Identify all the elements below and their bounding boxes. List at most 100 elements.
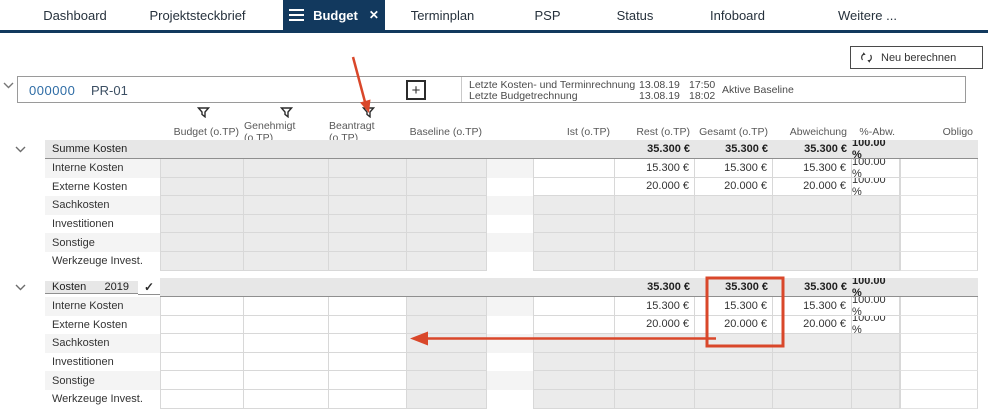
column-header-row: Budget (o.TP) Genehmigt (o.TP) Beantragt… [0,120,988,135]
beantragt-input-cell[interactable] [329,371,407,390]
ist-cell [533,252,615,271]
check-icon[interactable]: ✓ [138,280,160,295]
project-id: 000000 [29,83,75,98]
total-gesamt: 35.300 € [695,278,773,297]
genehmigt-input-cell[interactable] [244,316,329,335]
genehmigt-cell [244,215,329,234]
gesamt-cell [695,252,773,271]
active-baseline-label: Aktive Baseline [722,84,794,96]
section-summe-kosten: Summe Kosten 35.300 € 35.300 € 35.300 € … [0,140,988,271]
table-row: Werkzeuge Invest. [0,252,988,271]
rest-cell: 15.300 € [615,159,695,178]
row-label: Sonstige [45,371,160,390]
ist-cell [533,159,615,178]
rest-cell [615,215,695,234]
gesamt-cell [695,334,773,353]
refresh-icon [859,51,874,64]
tab-infoboard[interactable]: Infoboard [690,0,785,30]
rest-cell [615,252,695,271]
obligo-cell [900,353,978,372]
abweichung-cell [773,252,852,271]
row-label: Externe Kosten [45,316,160,335]
beantragt-input-cell[interactable] [329,334,407,353]
obligo-cell [900,159,978,178]
budget-cell [160,252,244,271]
genehmigt-input-cell[interactable] [244,390,329,409]
genehmigt-input-cell[interactable] [244,371,329,390]
baseline-cell [407,178,487,197]
section-title: Kosten [52,281,86,293]
budget-input-cell[interactable] [160,390,244,409]
obligo-cell [900,371,978,390]
ist-cell [533,316,615,335]
close-icon[interactable]: ✕ [369,8,379,22]
abweichung-cell [773,371,852,390]
table-row: Externe Kosten 20.000 € 20.000 € 20.000 … [0,178,988,197]
total-obligo [900,140,978,159]
table-row: Sonstige [0,371,988,390]
hamburger-icon[interactable] [289,9,304,21]
tab-dashboard[interactable]: Dashboard [20,0,130,30]
project-expand-chevron[interactable] [3,82,14,89]
total-pct-abw: 100.00 % [852,140,900,159]
tab-projektsteckbrief[interactable]: Projektsteckbrief [135,0,260,30]
last-budget-calc-date: 13.08.19 [639,90,680,102]
ist-cell [533,371,615,390]
filter-icon[interactable] [280,107,293,118]
beantragt-input-cell[interactable] [329,353,407,372]
baseline-cell [407,390,487,409]
abweichung-cell [773,334,852,353]
baseline-cell [407,159,487,178]
genehmigt-cell [244,233,329,252]
beantragt-input-cell[interactable] [329,316,407,335]
pct-abw-cell [852,390,900,409]
rest-cell: 20.000 € [615,316,695,335]
rest-cell: 15.300 € [615,297,695,316]
recalculate-button[interactable]: Neu berechnen [850,46,983,69]
obligo-cell [900,316,978,335]
rest-cell [615,334,695,353]
obligo-cell [900,215,978,234]
beantragt-input-cell[interactable] [329,390,407,409]
gesamt-cell: 15.300 € [695,159,773,178]
chevron-down-icon[interactable] [15,146,26,153]
row-label: Sachkosten [45,334,160,353]
chevron-down-icon[interactable] [15,284,26,291]
total-ist [533,278,615,297]
genehmigt-input-cell[interactable] [244,334,329,353]
gesamt-cell [695,390,773,409]
budget-input-cell[interactable] [160,353,244,372]
total-gesamt: 35.300 € [695,140,773,159]
abweichung-cell [773,233,852,252]
baseline-cell [407,316,487,335]
abweichung-cell [773,390,852,409]
pct-abw-cell [852,353,900,372]
genehmigt-input-cell[interactable] [244,297,329,316]
tab-psp[interactable]: PSP [505,0,590,30]
tab-budget-label: Budget [313,8,358,23]
baseline-cell [407,297,487,316]
pct-abw-cell [852,252,900,271]
section-header-row: Summe Kosten 35.300 € 35.300 € 35.300 € … [0,140,988,159]
genehmigt-cell [244,252,329,271]
ist-cell [533,334,615,353]
budget-input-cell[interactable] [160,334,244,353]
budget-input-cell[interactable] [160,371,244,390]
table-row: Sachkosten [0,334,988,353]
tab-weitere[interactable]: Weitere ... [815,0,920,30]
ist-cell [533,178,615,197]
beantragt-input-cell[interactable] [329,297,407,316]
budget-input-cell[interactable] [160,316,244,335]
table-row: Werkzeuge Invest. [0,390,988,409]
filter-icon[interactable] [362,107,375,118]
tab-status[interactable]: Status [595,0,675,30]
gesamt-cell [695,233,773,252]
budget-input-cell[interactable] [160,297,244,316]
add-button[interactable]: + [406,80,426,100]
tab-budget[interactable]: Budget ✕ [283,0,385,30]
tab-terminplan[interactable]: Terminplan [395,0,490,30]
obligo-cell [900,390,978,409]
rest-cell: 20.000 € [615,178,695,197]
filter-icon[interactable] [197,107,210,118]
genehmigt-input-cell[interactable] [244,353,329,372]
